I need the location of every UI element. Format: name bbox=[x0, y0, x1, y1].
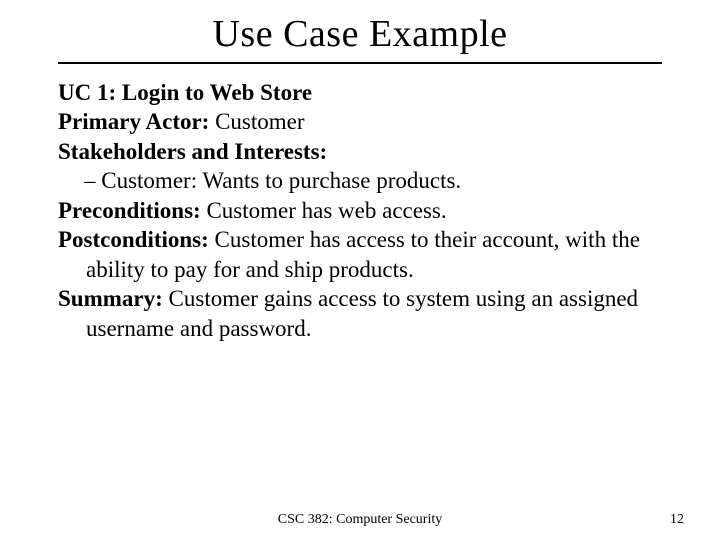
preconditions-value: Customer has web access. bbox=[201, 198, 447, 223]
stakeholders-line: Stakeholders and Interests: bbox=[58, 137, 662, 166]
stakeholder-item: – Customer: Wants to purchase products. bbox=[58, 166, 662, 195]
uc-id-text: UC 1: Login to Web Store bbox=[58, 80, 312, 105]
stakeholders-label: Stakeholders and Interests: bbox=[58, 139, 327, 164]
title-divider bbox=[58, 62, 662, 64]
slide: Use Case Example UC 1: Login to Web Stor… bbox=[0, 0, 720, 540]
footer-course: CSC 382: Computer Security bbox=[278, 512, 443, 528]
primary-actor-line: Primary Actor: Customer bbox=[58, 107, 662, 136]
summary-value: Customer gains access to system using an… bbox=[86, 286, 638, 340]
uc-id-line: UC 1: Login to Web Store bbox=[58, 78, 662, 107]
postconditions-line: Postconditions: Customer has access to t… bbox=[58, 225, 662, 284]
content-body: UC 1: Login to Web Store Primary Actor: … bbox=[58, 78, 662, 343]
preconditions-line: Preconditions: Customer has web access. bbox=[58, 196, 662, 225]
footer-page-number: 12 bbox=[670, 512, 684, 528]
slide-title: Use Case Example bbox=[58, 12, 662, 56]
postconditions-label: Postconditions: bbox=[58, 227, 209, 252]
summary-line: Summary: Customer gains access to system… bbox=[58, 284, 662, 343]
primary-actor-label: Primary Actor: bbox=[58, 109, 209, 134]
summary-label: Summary: bbox=[58, 286, 163, 311]
preconditions-label: Preconditions: bbox=[58, 198, 201, 223]
primary-actor-value: Customer bbox=[209, 109, 304, 134]
